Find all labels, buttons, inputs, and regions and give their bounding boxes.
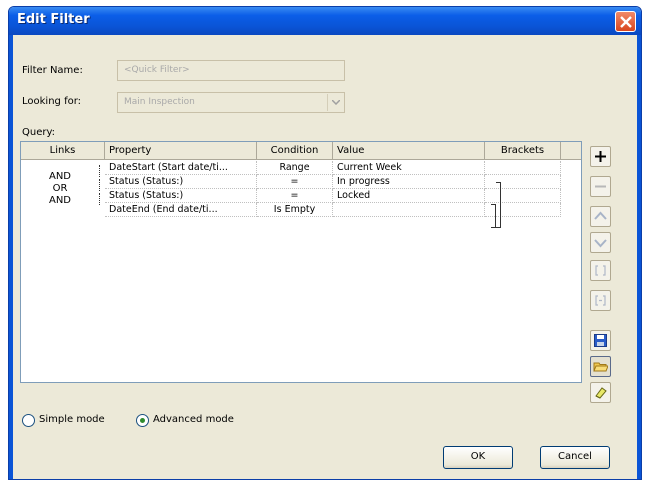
save-icon xyxy=(594,334,607,347)
remove-bracket-icon xyxy=(595,295,606,306)
closing-bracket-mark xyxy=(491,204,496,228)
table-row[interactable]: Status (Status:) = In progress xyxy=(105,175,581,189)
table-row[interactable]: DateStart (Start date/ti... Range Curren… xyxy=(105,161,581,175)
condition-cell[interactable]: = xyxy=(257,175,333,189)
link-operator[interactable]: OR xyxy=(45,183,75,194)
open-filter-button[interactable] xyxy=(590,356,611,377)
looking-for-select[interactable]: Main Inspection xyxy=(117,92,345,113)
column-header-brackets[interactable]: Brackets xyxy=(485,142,561,160)
condition-cell[interactable]: = xyxy=(257,189,333,203)
property-cell[interactable]: Status (Status:) xyxy=(105,189,257,203)
open-folder-icon xyxy=(593,362,608,372)
property-cell[interactable]: DateStart (Start date/ti... xyxy=(105,161,257,175)
filter-name-field[interactable]: <Quick Filter> xyxy=(117,60,345,81)
simple-mode-radio-circle[interactable] xyxy=(22,414,35,427)
clear-filter-button[interactable] xyxy=(590,382,611,403)
cancel-button[interactable]: Cancel xyxy=(540,446,610,469)
looking-for-value: Main Inspection xyxy=(124,97,195,107)
chevron-down-icon xyxy=(332,100,340,105)
move-up-button[interactable] xyxy=(590,206,611,227)
grid-header: Links Property Condition Value Brackets xyxy=(21,142,581,160)
move-down-button[interactable] xyxy=(590,232,611,253)
filter-name-value: <Quick Filter> xyxy=(124,65,190,75)
add-icon xyxy=(595,151,606,162)
column-header-condition[interactable]: Condition xyxy=(257,142,333,160)
table-row[interactable]: DateEnd (End date/ti... Is Empty xyxy=(105,203,581,217)
remove-condition-button[interactable] xyxy=(590,176,611,197)
close-icon xyxy=(620,16,632,28)
add-bracket-icon xyxy=(595,265,606,276)
value-cell[interactable]: Current Week xyxy=(333,161,485,175)
condition-cell[interactable]: Range xyxy=(257,161,333,175)
condition-cell[interactable]: Is Empty xyxy=(257,203,333,217)
move-down-icon xyxy=(594,239,607,248)
add-bracket-button[interactable] xyxy=(590,260,611,281)
remove-bracket-button[interactable] xyxy=(590,290,611,311)
move-up-icon xyxy=(594,211,607,220)
looking-for-dropdown-button[interactable] xyxy=(327,94,343,111)
property-cell[interactable]: Status (Status:) xyxy=(105,175,257,189)
brackets-cell[interactable] xyxy=(485,161,561,175)
column-header-links[interactable]: Links xyxy=(21,142,105,160)
query-grid[interactable]: Links Property Condition Value Brackets … xyxy=(20,141,582,383)
add-condition-button[interactable] xyxy=(590,146,611,167)
window-border-right xyxy=(637,35,641,479)
column-header-property[interactable]: Property xyxy=(105,142,257,160)
simple-mode-label: Simple mode xyxy=(39,414,105,425)
ok-button[interactable]: OK xyxy=(443,446,513,469)
query-label: Query: xyxy=(22,127,56,138)
close-button[interactable] xyxy=(615,11,636,32)
link-operator[interactable]: AND xyxy=(45,195,75,206)
window-border-left xyxy=(9,35,13,479)
value-cell[interactable] xyxy=(333,203,485,217)
advanced-mode-label: Advanced mode xyxy=(153,414,234,425)
title-bar[interactable]: Edit Filter xyxy=(9,7,641,35)
closing-bracket-mark xyxy=(496,182,501,228)
save-filter-button[interactable] xyxy=(590,330,611,351)
clear-icon xyxy=(595,387,607,399)
property-cell[interactable]: DateEnd (End date/ti... xyxy=(105,203,257,217)
column-header-value[interactable]: Value xyxy=(333,142,485,160)
advanced-mode-radio-circle[interactable] xyxy=(136,414,149,427)
value-cell[interactable]: In progress xyxy=(333,175,485,189)
looking-for-label: Looking for: xyxy=(22,96,82,107)
window-title: Edit Filter xyxy=(17,12,90,27)
link-connector xyxy=(99,193,104,205)
value-cell[interactable]: Locked xyxy=(333,189,485,203)
radio-selected-dot xyxy=(140,418,145,423)
table-row[interactable]: Status (Status:) = Locked xyxy=(105,189,581,203)
links-column: AND OR AND xyxy=(21,161,103,231)
filter-name-label: Filter Name: xyxy=(22,65,83,76)
link-operator[interactable]: AND xyxy=(45,171,75,182)
remove-icon xyxy=(595,185,606,188)
link-connector xyxy=(99,165,104,177)
link-connector xyxy=(99,179,104,191)
